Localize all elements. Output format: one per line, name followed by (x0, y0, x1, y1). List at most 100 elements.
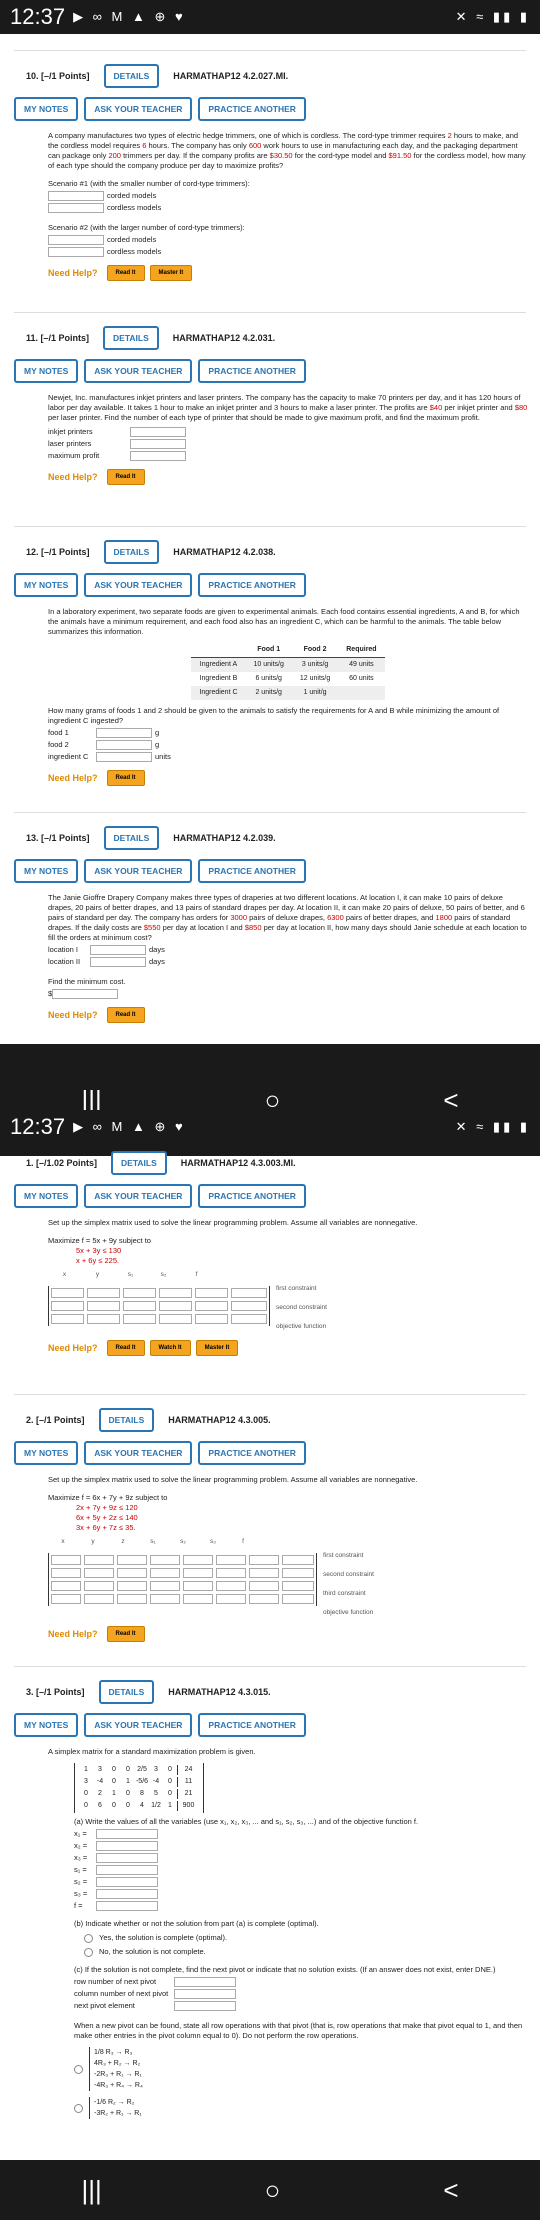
matrix-cell-input[interactable] (195, 1301, 228, 1311)
practice-another-button[interactable]: PRACTICE ANOTHER (198, 1713, 306, 1737)
ask-teacher-button[interactable]: ASK YOUR TEACHER (84, 97, 193, 121)
practice-another-button[interactable]: PRACTICE ANOTHER (198, 97, 306, 121)
ask-teacher-button[interactable]: ASK YOUR TEACHER (84, 573, 193, 597)
yes-radio[interactable] (84, 1933, 93, 1943)
corded-input-2[interactable] (48, 235, 104, 245)
practice-another-button[interactable]: PRACTICE ANOTHER (198, 859, 306, 883)
practice-another-button[interactable]: PRACTICE ANOTHER (198, 359, 306, 383)
matrix-cell-input[interactable] (87, 1314, 120, 1324)
matrix-cell-input[interactable] (51, 1314, 84, 1324)
details-button[interactable]: DETAILS (103, 326, 159, 350)
matrix-cell-input[interactable] (249, 1594, 279, 1604)
matrix-cell-input[interactable] (51, 1581, 81, 1591)
master-it-button[interactable]: Master It (149, 265, 193, 281)
matrix-cell-input[interactable] (84, 1594, 114, 1604)
x2-input[interactable] (96, 1841, 158, 1851)
matrix-cell-input[interactable] (150, 1568, 180, 1578)
matrix-cell-input[interactable] (84, 1555, 114, 1565)
read-it-button[interactable]: Read It (106, 469, 145, 485)
matrix-cell-input[interactable] (51, 1568, 81, 1578)
details-button[interactable]: DETAILS (98, 1680, 155, 1704)
matrix-cell-input[interactable] (195, 1288, 228, 1298)
practice-another-button[interactable]: PRACTICE ANOTHER (198, 1441, 306, 1465)
my-notes-button[interactable]: MY NOTES (14, 1184, 79, 1208)
laser-input[interactable] (130, 439, 186, 449)
read-it-button[interactable]: Read It (106, 770, 145, 786)
matrix-cell-input[interactable] (282, 1568, 314, 1578)
matrix-cell-input[interactable] (183, 1594, 213, 1604)
matrix-cell-input[interactable] (84, 1581, 114, 1591)
matrix-cell-input[interactable] (231, 1288, 267, 1298)
matrix-cell-input[interactable] (123, 1301, 156, 1311)
matrix-cell-input[interactable] (84, 1568, 114, 1578)
matrix-cell-input[interactable] (183, 1555, 213, 1565)
read-it-button[interactable]: Read It (106, 1007, 145, 1023)
matrix-cell-input[interactable] (87, 1301, 120, 1311)
matrix-cell-input[interactable] (231, 1314, 267, 1324)
matrix-cell-input[interactable] (216, 1581, 246, 1591)
matrix-cell-input[interactable] (150, 1555, 180, 1565)
matrix-cell-input[interactable] (216, 1568, 246, 1578)
matrix-cell-input[interactable] (150, 1594, 180, 1604)
matrix-cell-input[interactable] (87, 1288, 120, 1298)
food2-input[interactable] (96, 740, 152, 750)
my-notes-button[interactable]: MY NOTES (14, 573, 79, 597)
inkjet-input[interactable] (130, 427, 186, 437)
matrix-cell-input[interactable] (282, 1594, 314, 1604)
no-radio[interactable] (84, 1947, 93, 1957)
s2-input[interactable] (96, 1877, 158, 1887)
ingredient-c-input[interactable] (96, 752, 152, 762)
details-button[interactable]: DETAILS (103, 540, 160, 564)
matrix-cell-input[interactable] (216, 1594, 246, 1604)
practice-another-button[interactable]: PRACTICE ANOTHER (198, 1184, 306, 1208)
cordless-input-2[interactable] (48, 247, 104, 257)
row-ops-radio-1[interactable] (74, 2064, 83, 2074)
matrix-cell-input[interactable] (159, 1314, 192, 1324)
matrix-cell-input[interactable] (51, 1301, 84, 1311)
matrix-cell-input[interactable] (117, 1581, 147, 1591)
my-notes-button[interactable]: MY NOTES (14, 859, 79, 883)
matrix-cell-input[interactable] (117, 1555, 147, 1565)
matrix-cell-input[interactable] (117, 1594, 147, 1604)
recent-apps-icon[interactable]: ||| (81, 2175, 101, 2206)
matrix-cell-input[interactable] (249, 1581, 279, 1591)
x3-input[interactable] (96, 1853, 158, 1863)
practice-another-button[interactable]: PRACTICE ANOTHER (198, 573, 306, 597)
row-ops-radio-2[interactable] (74, 2103, 83, 2113)
matrix-cell-input[interactable] (231, 1301, 267, 1311)
my-notes-button[interactable]: MY NOTES (14, 1713, 79, 1737)
matrix-cell-input[interactable] (51, 1594, 81, 1604)
matrix-cell-input[interactable] (159, 1288, 192, 1298)
details-button[interactable]: DETAILS (111, 1151, 167, 1175)
home-icon[interactable]: ○ (265, 2175, 281, 2206)
ask-teacher-button[interactable]: ASK YOUR TEACHER (84, 1713, 193, 1737)
ask-teacher-button[interactable]: ASK YOUR TEACHER (84, 1441, 193, 1465)
matrix-cell-input[interactable] (123, 1288, 156, 1298)
details-button[interactable]: DETAILS (103, 64, 160, 88)
matrix-cell-input[interactable] (123, 1314, 156, 1324)
x1-input[interactable] (96, 1829, 158, 1839)
matrix-cell-input[interactable] (195, 1314, 228, 1324)
matrix-cell-input[interactable] (150, 1581, 180, 1591)
master-it-button[interactable]: Master It (195, 1340, 239, 1356)
watch-it-button[interactable]: Watch It (149, 1340, 191, 1356)
details-button[interactable]: DETAILS (103, 826, 160, 850)
ask-teacher-button[interactable]: ASK YOUR TEACHER (84, 359, 193, 383)
matrix-cell-input[interactable] (51, 1288, 84, 1298)
location-1-input[interactable] (90, 945, 146, 955)
min-cost-input[interactable] (52, 989, 119, 999)
s1-input[interactable] (96, 1865, 158, 1875)
ask-teacher-button[interactable]: ASK YOUR TEACHER (84, 859, 193, 883)
pivot-column-input[interactable] (174, 1989, 236, 1999)
max-profit-input[interactable] (130, 451, 186, 461)
cordless-input-1[interactable] (48, 203, 104, 213)
details-button[interactable]: DETAILS (98, 1408, 155, 1432)
read-it-button[interactable]: Read It (106, 1626, 145, 1642)
matrix-cell-input[interactable] (282, 1555, 314, 1565)
matrix-cell-input[interactable] (159, 1301, 192, 1311)
matrix-cell-input[interactable] (183, 1568, 213, 1578)
matrix-cell-input[interactable] (282, 1581, 314, 1591)
matrix-cell-input[interactable] (183, 1581, 213, 1591)
matrix-cell-input[interactable] (117, 1568, 147, 1578)
matrix-cell-input[interactable] (51, 1555, 81, 1565)
